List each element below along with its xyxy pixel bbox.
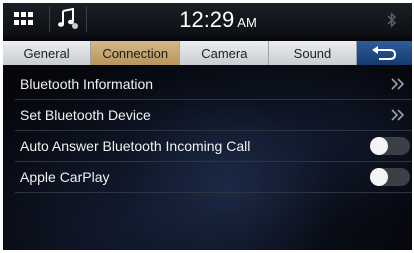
double-chevron-right-icon xyxy=(391,78,405,90)
settings-list: Bluetooth Information Set Bluetooth Devi… xyxy=(15,69,412,193)
apple-carplay-toggle[interactable] xyxy=(370,168,410,186)
setting-row-auto-answer: Auto Answer Bluetooth Incoming Call xyxy=(15,131,412,162)
tab-general[interactable]: General xyxy=(3,41,92,65)
tab-label: Sound xyxy=(293,45,332,61)
bluetooth-icon xyxy=(387,12,397,28)
grid-menu-button[interactable] xyxy=(9,6,39,32)
toggle-knob xyxy=(370,168,388,186)
tab-label: Camera xyxy=(201,45,248,61)
tab-sound[interactable]: Sound xyxy=(269,41,357,65)
clock-ampm: AM xyxy=(237,15,257,30)
clock: 12:29 AM xyxy=(153,8,283,35)
setting-label: Auto Answer Bluetooth Incoming Call xyxy=(20,138,251,154)
double-chevron-right-icon xyxy=(391,109,405,121)
tab-label: Connection xyxy=(102,45,169,61)
tab-label: General xyxy=(23,45,70,61)
setting-row-set-bluetooth-device[interactable]: Set Bluetooth Device xyxy=(15,100,412,131)
settings-tab-bar: General Connection Camera Sound xyxy=(3,41,412,65)
back-button[interactable] xyxy=(356,41,412,65)
return-arrow-icon xyxy=(372,46,397,60)
clock-time: 12:29 xyxy=(179,7,235,32)
music-note-icon xyxy=(58,8,78,29)
audio-source-button[interactable] xyxy=(49,6,87,32)
status-bar: 12:29 AM xyxy=(3,3,412,37)
setting-row-apple-carplay: Apple CarPlay xyxy=(15,162,412,193)
toggle-knob xyxy=(370,137,388,155)
auto-answer-toggle[interactable] xyxy=(370,137,410,155)
head-unit-screen: 12:29 AM General Connection Camera Sound … xyxy=(3,3,412,250)
grid-icon xyxy=(14,12,33,25)
setting-label: Bluetooth Information xyxy=(20,76,154,92)
tab-connection[interactable]: Connection xyxy=(91,41,181,65)
setting-label: Set Bluetooth Device xyxy=(20,107,151,123)
setting-label: Apple CarPlay xyxy=(20,169,110,185)
tab-camera[interactable]: Camera xyxy=(180,41,270,65)
setting-row-bluetooth-information[interactable]: Bluetooth Information xyxy=(15,69,412,100)
